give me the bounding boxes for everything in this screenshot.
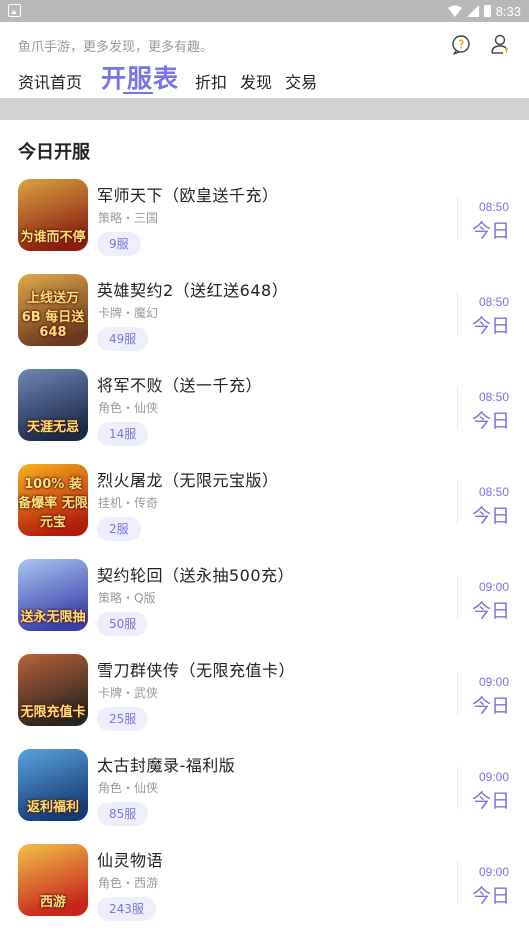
notification-image-icon xyxy=(8,4,21,17)
signal-icon xyxy=(466,5,479,17)
divider xyxy=(457,861,458,905)
thumbnail-caption: 送永无限抽 xyxy=(20,610,86,625)
section-title: 今日开服 xyxy=(18,142,90,163)
game-thumbnail[interactable]: 送永无限抽 xyxy=(18,559,88,631)
game-tags: 卡牌・武侠 xyxy=(98,686,159,700)
thumbnail-caption: 上线送万6B 每日送648 xyxy=(21,291,85,340)
thumbnail-caption: 无限充值卡 xyxy=(20,705,86,720)
thumbnail-caption: 天涯无忌 xyxy=(26,420,79,435)
tab-server-schedule[interactable]: 开服表 xyxy=(101,62,179,96)
server-badge: 2服 xyxy=(97,517,141,541)
open-day: 今日 xyxy=(471,220,510,242)
open-time: 08:50 xyxy=(478,390,509,404)
open-time: 09:00 xyxy=(478,675,509,689)
thumbnail-caption: 为谁而不停 xyxy=(20,230,86,245)
server-badge: 25服 xyxy=(97,707,149,731)
server-list: 为谁而不停 军师天下（欧皇送千充） 策略・三国 9服 08:50 今日 上线送万… xyxy=(0,178,529,938)
game-name[interactable]: 太古封魔录-福利版 xyxy=(97,752,235,776)
status-time: 8:33 xyxy=(495,3,521,19)
open-day: 今日 xyxy=(471,600,510,622)
open-day: 今日 xyxy=(471,315,510,337)
game-tags: 策略・三国 xyxy=(98,211,159,225)
banner-placeholder xyxy=(0,98,529,120)
open-day: 今日 xyxy=(471,790,510,812)
game-thumbnail[interactable]: 西游 xyxy=(18,844,88,916)
game-thumbnail[interactable]: 返利福利 xyxy=(18,749,88,821)
open-time: 08:50 xyxy=(478,295,509,309)
open-time: 08:50 xyxy=(478,200,509,214)
open-day: 今日 xyxy=(471,885,510,907)
tab-trade[interactable]: 交易 xyxy=(285,70,317,96)
divider xyxy=(457,291,458,335)
server-badge: 243服 xyxy=(97,897,156,921)
open-time: 09:00 xyxy=(478,770,509,784)
game-tags: 角色・西游 xyxy=(98,876,159,890)
list-item[interactable]: 西游 仙灵物语 角色・西游 243服 09:00 今日 xyxy=(0,843,529,938)
game-thumbnail[interactable]: 上线送万6B 每日送648 xyxy=(18,274,88,346)
user-icon[interactable] xyxy=(490,33,512,55)
divider xyxy=(457,671,458,715)
divider xyxy=(457,481,458,525)
top-tabs: 资讯首页 开服表 折扣 发现 交易 xyxy=(18,62,330,96)
game-name[interactable]: 仙灵物语 xyxy=(97,847,163,871)
thumbnail-caption: 100% 装备爆率 无限元宝 xyxy=(18,477,88,530)
server-badge: 14服 xyxy=(97,422,149,446)
list-item[interactable]: 返利福利 太古封魔录-福利版 角色・仙侠 85服 09:00 今日 xyxy=(0,748,529,843)
game-thumbnail[interactable]: 天涯无忌 xyxy=(18,369,88,441)
open-day: 今日 xyxy=(471,505,510,527)
thumbnail-caption: 返利福利 xyxy=(26,800,79,815)
game-name[interactable]: 烈火屠龙（无限元宝版） xyxy=(97,467,279,491)
list-item[interactable]: 为谁而不停 军师天下（欧皇送千充） 策略・三国 9服 08:50 今日 xyxy=(0,178,529,273)
game-name[interactable]: 雪刀群侠传（无限充值卡） xyxy=(97,657,295,681)
status-indicators: 8:33 xyxy=(447,2,521,20)
game-tags: 角色・仙侠 xyxy=(98,781,159,795)
open-time: 09:00 xyxy=(478,865,509,879)
list-item[interactable]: 上线送万6B 每日送648 英雄契约2（送红送648） 卡牌・魔幻 49服 08… xyxy=(0,273,529,368)
server-badge: 9服 xyxy=(97,232,141,256)
wifi-icon xyxy=(447,5,462,17)
list-item[interactable]: 送永无限抽 契约轮回（送永抽500充） 策略・Q版 50服 09:00 今日 xyxy=(0,558,529,653)
game-name[interactable]: 将军不败（送一千充） xyxy=(97,372,262,396)
list-item[interactable]: 无限充值卡 雪刀群侠传（无限充值卡） 卡牌・武侠 25服 09:00 今日 xyxy=(0,653,529,748)
open-day: 今日 xyxy=(471,695,510,717)
tab-news-home[interactable]: 资讯首页 xyxy=(18,70,82,96)
divider xyxy=(457,766,458,810)
open-time: 09:00 xyxy=(478,580,509,594)
message-icon[interactable] xyxy=(450,33,472,55)
game-name[interactable]: 军师天下（欧皇送千充） xyxy=(97,182,279,206)
status-bar: 8:33 xyxy=(0,0,529,22)
tab-discover[interactable]: 发现 xyxy=(240,70,272,96)
thumbnail-caption: 西游 xyxy=(39,895,66,910)
game-tags: 角色・仙侠 xyxy=(98,401,159,415)
list-item[interactable]: 天涯无忌 将军不败（送一千充） 角色・仙侠 14服 08:50 今日 xyxy=(0,368,529,463)
divider xyxy=(457,576,458,620)
game-thumbnail[interactable]: 为谁而不停 xyxy=(18,179,88,251)
list-item[interactable]: 100% 装备爆率 无限元宝 烈火屠龙（无限元宝版） 挂机・传奇 2服 08:5… xyxy=(0,463,529,558)
server-badge: 50服 xyxy=(97,612,149,636)
game-thumbnail[interactable]: 无限充值卡 xyxy=(18,654,88,726)
tab-discount[interactable]: 折扣 xyxy=(195,70,227,96)
open-time: 08:50 xyxy=(478,485,509,499)
game-tags: 卡牌・魔幻 xyxy=(98,306,159,320)
app-header: 鱼爪手游，更多发现，更多有趣。 资讯首页 开服表 折扣 发现 交易 xyxy=(0,22,529,98)
app-slogan: 鱼爪手游，更多发现，更多有趣。 xyxy=(18,40,214,55)
game-tags: 挂机・传奇 xyxy=(98,496,159,510)
server-badge: 85服 xyxy=(97,802,149,826)
game-tags: 策略・Q版 xyxy=(98,591,156,605)
server-badge: 49服 xyxy=(97,327,149,351)
open-day: 今日 xyxy=(471,410,510,432)
battery-icon xyxy=(483,5,491,17)
game-thumbnail[interactable]: 100% 装备爆率 无限元宝 xyxy=(18,464,88,536)
game-name[interactable]: 契约轮回（送永抽500充） xyxy=(97,562,294,586)
divider xyxy=(457,196,458,240)
game-name[interactable]: 英雄契约2（送红送648） xyxy=(97,277,288,301)
divider xyxy=(457,386,458,430)
